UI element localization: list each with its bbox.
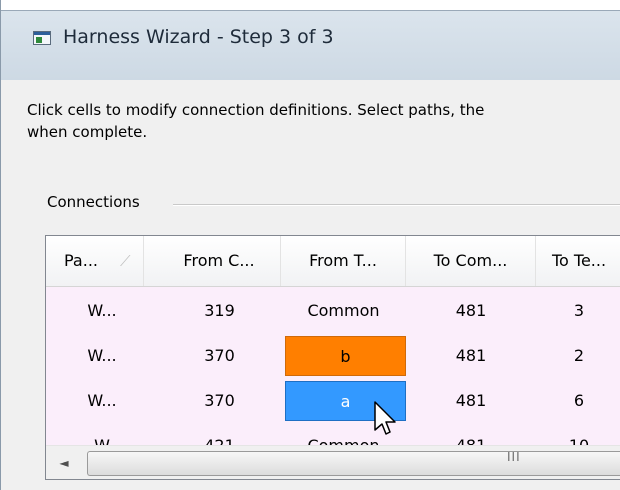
cell-from-terminal-highlighted[interactable]: b (285, 336, 406, 376)
desktop-edge (1, 0, 620, 10)
mouse-cursor-icon (374, 401, 396, 435)
cell-from-component[interactable]: 370 (158, 378, 281, 423)
table-row[interactable]: W... 370 a 481 6 (46, 378, 620, 423)
cell-path[interactable]: W... (46, 288, 158, 333)
wizard-window: Harness Wizard - Step 3 of 3 Click cells… (0, 0, 620, 490)
connections-group-label: Connections (47, 193, 146, 211)
cell-from-terminal[interactable]: Common (281, 288, 406, 333)
window-title: Harness Wizard - Step 3 of 3 (63, 26, 334, 48)
column-header-from-component[interactable]: From C... (158, 236, 281, 286)
instructions-line-2: when complete. (27, 123, 148, 141)
column-header-path-label: Pa... (64, 251, 98, 270)
group-divider (173, 204, 620, 206)
cell-path[interactable]: W... (46, 333, 158, 378)
scrollbar-thumb[interactable] (87, 451, 620, 476)
horizontal-scrollbar[interactable]: ◄ III (46, 445, 620, 479)
title-bar: Harness Wizard - Step 3 of 3 (1, 0, 620, 80)
scrollbar-grip-icon: III (507, 450, 521, 464)
column-header-to-component[interactable]: To Com... (406, 236, 536, 286)
app-icon (33, 31, 51, 45)
scroll-left-arrow-icon[interactable]: ◄ (46, 446, 82, 479)
cell-to-terminal[interactable]: 6 (536, 378, 620, 423)
column-header-to-terminal[interactable]: To Te... (536, 236, 620, 286)
cell-to-terminal[interactable]: 3 (536, 288, 620, 333)
table-row[interactable]: W... 370 b 481 2 (46, 333, 620, 378)
connections-grid[interactable]: Pa... ⟋ From C... From T... To Com... To… (45, 235, 620, 480)
cell-from-component[interactable]: 370 (158, 333, 281, 378)
sort-icon[interactable]: ⟋ (120, 253, 131, 269)
cell-to-component[interactable]: 481 (406, 288, 536, 333)
cell-to-component[interactable]: 481 (406, 333, 536, 378)
instructions-text: Click cells to modify connection definit… (27, 99, 620, 143)
grid-header: Pa... ⟋ From C... From T... To Com... To… (46, 236, 620, 287)
cell-to-component[interactable]: 481 (406, 378, 536, 423)
cell-path[interactable]: W... (46, 378, 158, 423)
window-top-border (1, 10, 620, 11)
cell-from-component[interactable]: 319 (158, 288, 281, 333)
table-row[interactable]: W... 319 Common 481 3 (46, 288, 620, 333)
instructions-line-1: Click cells to modify connection definit… (27, 101, 485, 119)
column-header-from-terminal[interactable]: From T... (281, 236, 406, 286)
cell-to-terminal[interactable]: 2 (536, 333, 620, 378)
